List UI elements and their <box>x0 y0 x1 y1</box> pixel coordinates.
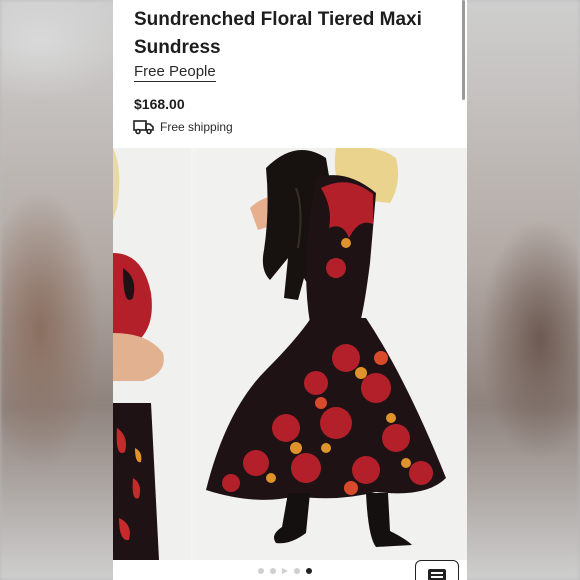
truck-icon <box>133 119 155 135</box>
image-gallery[interactable] <box>113 148 467 560</box>
pagination-dot-2[interactable] <box>270 568 276 574</box>
video-play-icon[interactable] <box>282 568 288 574</box>
product-page: Sundrenched Floral Tiered Maxi Sundress … <box>113 0 467 580</box>
pagination-dot-1[interactable] <box>258 568 264 574</box>
message-icon <box>428 569 446 580</box>
product-title: Sundrenched Floral Tiered Maxi Sundress <box>134 9 422 58</box>
pagination-dot-4[interactable] <box>294 568 300 574</box>
shipping-info: Free shipping <box>133 119 233 135</box>
pagination-dot-5-active[interactable] <box>306 568 312 574</box>
gallery-image-main[interactable] <box>196 148 467 560</box>
scrollbar[interactable] <box>462 0 465 100</box>
brand-link[interactable]: Free People <box>134 63 216 82</box>
shipping-label: Free shipping <box>160 120 233 134</box>
chat-button[interactable] <box>415 560 459 580</box>
gallery-pagination <box>258 568 312 574</box>
product-price: $168.00 <box>134 96 185 112</box>
gallery-image-previous[interactable] <box>113 148 191 560</box>
